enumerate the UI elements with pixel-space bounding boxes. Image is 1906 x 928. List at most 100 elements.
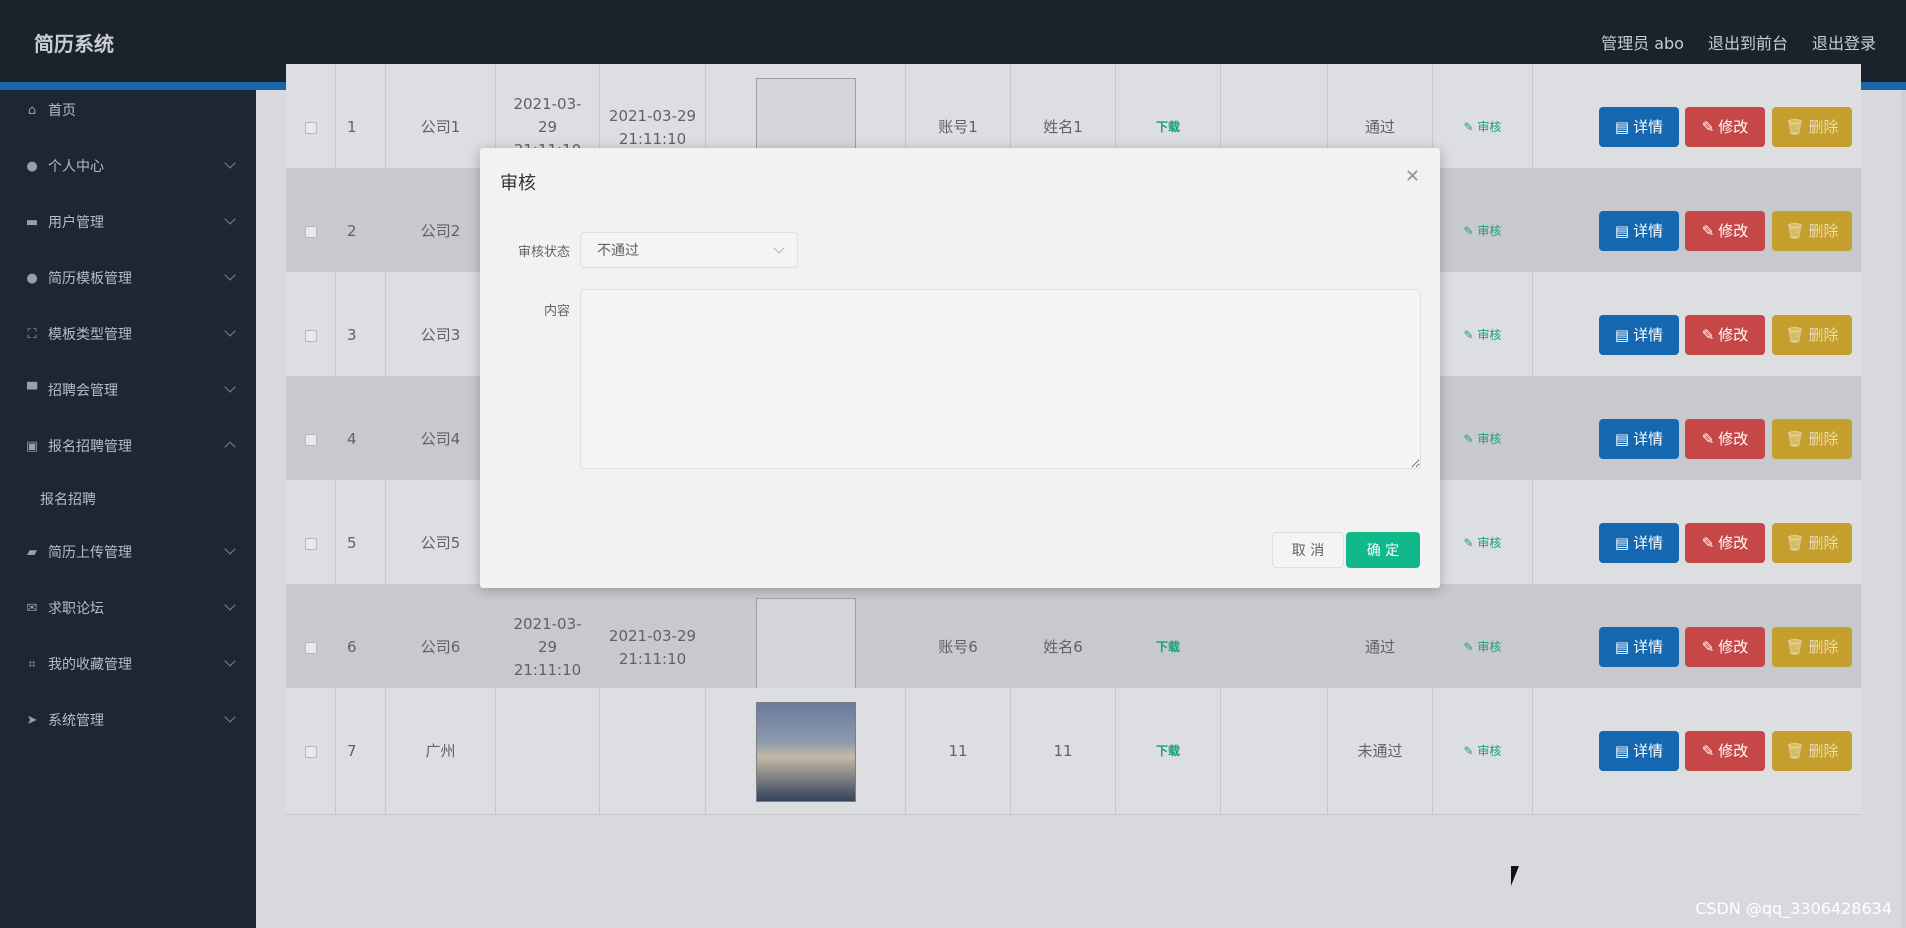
sidebar-item-personal-center[interactable]: ● 个人中心: [0, 146, 256, 186]
edit-icon: ✎: [1463, 432, 1478, 446]
current-user: 管理员 abo: [1601, 34, 1684, 53]
edit-button[interactable]: ✎ 修改: [1685, 731, 1765, 771]
detail-button[interactable]: ▤ 详情: [1599, 315, 1679, 355]
row-checkbox[interactable]: [304, 329, 317, 342]
audit-link-label: 审核: [1477, 224, 1502, 238]
sidebar-subitem-signup[interactable]: 报名招聘: [0, 479, 256, 519]
actions-cell: ▤ 详情 ✎ 修改 🗑 删除: [1533, 688, 1861, 815]
download-link[interactable]: 下载: [1156, 116, 1180, 139]
podium-icon: ▀: [27, 382, 37, 398]
pencil-icon: ✎: [1701, 325, 1715, 344]
sidebar-item-user-management[interactable]: ▬ 用户管理: [0, 202, 256, 242]
edit-button-label: 修改: [1718, 533, 1749, 552]
audit-link[interactable]: ✎ 审核: [1464, 740, 1502, 763]
document-icon: ▤: [1614, 429, 1630, 448]
thumbnail-image: [755, 597, 856, 698]
sidebar-item-label: 个人中心: [48, 159, 104, 175]
row-checkbox[interactable]: [304, 121, 317, 134]
pencil-icon: ✎: [1701, 117, 1715, 136]
sidebar-item-forum[interactable]: ✉ 求职论坛: [0, 588, 256, 628]
edit-button[interactable]: ✎ 修改: [1685, 627, 1765, 667]
content-textarea[interactable]: [580, 289, 1421, 469]
sidebar-item-label: 系统管理: [48, 713, 104, 729]
edit-button[interactable]: ✎ 修改: [1685, 315, 1765, 355]
audit-link[interactable]: ✎ 审核: [1464, 636, 1502, 659]
delete-button[interactable]: 🗑 删除: [1772, 315, 1852, 355]
sidebar: ⌂ 首页 ● 个人中心 ▬ 用户管理 ● 简历模板管理 ⛶ 模板类型管理 ▀ 招…: [0, 90, 256, 928]
detail-button[interactable]: ▤ 详情: [1599, 211, 1679, 251]
edit-button[interactable]: ✎ 修改: [1685, 107, 1765, 147]
detail-button[interactable]: ▤ 详情: [1599, 107, 1679, 147]
audit-link-label: 审核: [1477, 432, 1502, 446]
image-cell: [706, 688, 906, 815]
edit-icon: ✎: [1463, 328, 1478, 342]
row-checkbox[interactable]: [304, 641, 317, 654]
detail-button[interactable]: ▤ 详情: [1599, 419, 1679, 459]
sidebar-item-label: 求职论坛: [48, 601, 104, 617]
delete-button[interactable]: 🗑 删除: [1772, 627, 1852, 667]
edit-button[interactable]: ✎ 修改: [1685, 523, 1765, 563]
sidebar-item-resume-upload[interactable]: ▰ 简历上传管理: [0, 532, 256, 572]
chevron-down-icon: [224, 157, 236, 169]
app-logo: 简历系统: [34, 32, 114, 56]
detail-button[interactable]: ▤ 详情: [1599, 523, 1679, 563]
edit-button-label: 修改: [1718, 429, 1749, 448]
pencil-icon: ✎: [1701, 429, 1715, 448]
edit-button[interactable]: ✎ 修改: [1685, 211, 1765, 251]
download-link[interactable]: 下载: [1156, 740, 1180, 763]
dialog-title: 审核: [500, 173, 536, 194]
audit-link-label: 审核: [1477, 744, 1502, 758]
download-link[interactable]: 下载: [1156, 636, 1180, 659]
confirm-button[interactable]: 确 定: [1346, 532, 1420, 568]
row-checkbox[interactable]: [304, 537, 317, 550]
audit-link[interactable]: ✎ 审核: [1464, 532, 1502, 555]
detail-button[interactable]: ▤ 详情: [1599, 627, 1679, 667]
close-icon[interactable]: ✕: [1405, 166, 1420, 187]
status-select[interactable]: 不通过: [580, 232, 798, 268]
row-checkbox[interactable]: [304, 225, 317, 238]
exit-to-front-link[interactable]: 退出到前台: [1708, 30, 1788, 54]
audit-link[interactable]: ✎ 审核: [1464, 220, 1502, 243]
edit-button[interactable]: ✎ 修改: [1685, 419, 1765, 459]
sidebar-item-label: 招聘会管理: [48, 383, 118, 399]
sidebar-item-system[interactable]: ➤ 系统管理: [0, 700, 256, 740]
watermark-text: CSDN @qq_3306428634: [1695, 899, 1892, 918]
row-checkbox-cell: [286, 688, 336, 815]
row-checkbox[interactable]: [304, 745, 317, 758]
company-cell: 广州: [386, 688, 496, 815]
document-icon: ▤: [1614, 325, 1630, 344]
delete-button[interactable]: 🗑 删除: [1772, 731, 1852, 771]
delete-button-label: 删除: [1808, 221, 1839, 240]
audit-link[interactable]: ✎ 审核: [1464, 116, 1502, 139]
sidebar-item-template-type[interactable]: ⛶ 模板类型管理: [0, 314, 256, 354]
sidebar-item-resume-template[interactable]: ● 简历模板管理: [0, 258, 256, 298]
delete-button-label: 删除: [1808, 637, 1839, 656]
scrollbar[interactable]: [1901, 90, 1906, 928]
audit-link[interactable]: ✎ 审核: [1464, 324, 1502, 347]
edit-button-label: 修改: [1718, 221, 1749, 240]
sidebar-item-label: 简历模板管理: [48, 271, 132, 287]
briefcase-icon: ▰: [27, 544, 37, 560]
delete-button[interactable]: 🗑 删除: [1772, 107, 1852, 147]
delete-button[interactable]: 🗑 删除: [1772, 211, 1852, 251]
download-cell: 下载: [1116, 688, 1221, 815]
sidebar-item-job-fair[interactable]: ▀ 招聘会管理: [0, 370, 256, 410]
delete-button[interactable]: 🗑 删除: [1772, 419, 1852, 459]
cancel-button[interactable]: 取 消: [1272, 532, 1344, 568]
row-checkbox[interactable]: [304, 433, 317, 446]
sidebar-item-favorites[interactable]: ⌗ 我的收藏管理: [0, 644, 256, 684]
trash-icon: 🗑: [1785, 429, 1805, 448]
chevron-down-icon: [224, 381, 236, 393]
audit-dialog: 审核 ✕ 审核状态 不通过 内容 取 消 确 定: [480, 148, 1440, 588]
edit-icon: ✎: [1463, 224, 1478, 238]
logout-link[interactable]: 退出登录: [1812, 30, 1876, 54]
chevron-down-icon: [224, 599, 236, 611]
sidebar-item-home[interactable]: ⌂ 首页: [0, 90, 256, 130]
thumbnail-image: [755, 701, 856, 802]
delete-button[interactable]: 🗑 删除: [1772, 523, 1852, 563]
detail-button[interactable]: ▤ 详情: [1599, 731, 1679, 771]
audit-link[interactable]: ✎ 审核: [1464, 428, 1502, 451]
sidebar-item-signup-recruit[interactable]: ▣ 报名招聘管理: [0, 426, 256, 466]
detail-button-label: 详情: [1633, 637, 1664, 656]
chevron-down-icon: [224, 325, 236, 337]
